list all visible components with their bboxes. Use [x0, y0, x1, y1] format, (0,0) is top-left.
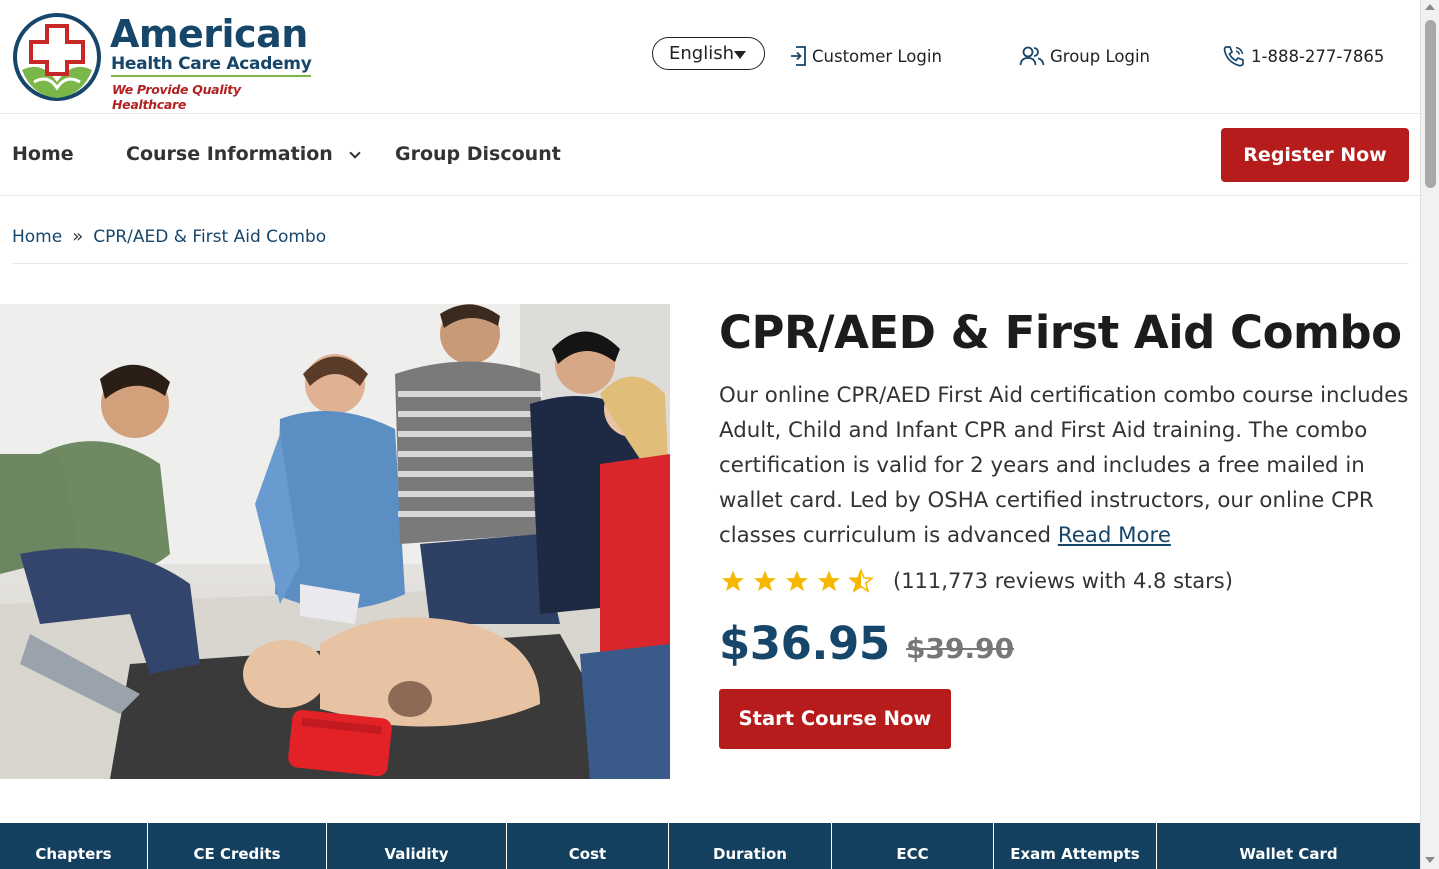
course-info-table-header: Chapters CE Credits Validity Cost Durati…: [0, 823, 1420, 869]
original-price: $39.90: [906, 632, 1015, 665]
register-now-button[interactable]: Register Now: [1221, 128, 1409, 182]
col-exam-attempts: Exam Attempts: [994, 823, 1157, 869]
phone-icon: [1223, 46, 1244, 67]
col-ecc: ECC: [832, 823, 994, 869]
chevron-down-icon: [349, 147, 362, 159]
breadcrumb-current[interactable]: CPR/AED & First Aid Combo: [93, 227, 326, 247]
star-icon: [754, 570, 776, 591]
scrollbar-thumb[interactable]: [1425, 20, 1436, 188]
product-description: Our online CPR/AED First Aid certificati…: [719, 378, 1419, 553]
scroll-down-arrow-icon[interactable]: [1425, 857, 1435, 863]
cpr-training-photo: [0, 304, 670, 779]
col-ce-credits: CE Credits: [148, 823, 327, 869]
group-login-label: Group Login: [1050, 46, 1150, 66]
rating: (111,773 reviews with 4.8 stars): [721, 569, 1233, 593]
nav-item-course-information[interactable]: Course Information: [126, 143, 362, 165]
current-price: $36.95: [719, 617, 890, 670]
read-more-link[interactable]: Read More: [1058, 523, 1171, 548]
nav-item-group-discount[interactable]: Group Discount: [395, 143, 561, 165]
col-duration: Duration: [669, 823, 832, 869]
breadcrumb-divider: [12, 263, 1409, 264]
reviews-summary: (111,773 reviews with 4.8 stars): [893, 569, 1233, 593]
nav-course-info-label: Course Information: [126, 143, 333, 165]
nav-group-discount-label: Group Discount: [395, 143, 561, 165]
customer-login-label: Customer Login: [812, 46, 942, 66]
nav-home-label: Home: [12, 143, 74, 165]
star-icon: [818, 570, 840, 591]
group-login-link[interactable]: Group Login: [1019, 45, 1150, 67]
star-half-icon: [849, 569, 873, 593]
scroll-up-arrow-icon[interactable]: [1425, 4, 1435, 10]
product-title: CPR/AED & First Aid Combo: [719, 306, 1402, 359]
course-hero-image: [0, 304, 670, 779]
brand-tagline: We Provide Quality Healthcare: [112, 82, 241, 112]
col-validity: Validity: [327, 823, 507, 869]
language-value: English: [669, 43, 734, 64]
language-select[interactable]: English: [652, 37, 765, 70]
breadcrumb-separator: »: [72, 226, 84, 247]
logo-cross-icon: [13, 13, 101, 101]
nav-item-home[interactable]: Home: [12, 143, 74, 165]
breadcrumb-home[interactable]: Home: [12, 227, 62, 247]
brand-name: American: [110, 12, 308, 56]
star-icon: [786, 570, 808, 591]
site-logo[interactable]: American Health Care Academy We Provide …: [12, 12, 312, 112]
customer-login-link[interactable]: Customer Login: [789, 45, 942, 67]
brand-subname: Health Care Academy: [111, 54, 312, 77]
breadcrumb: Home » CPR/AED & First Aid Combo: [12, 226, 326, 247]
col-chapters: Chapters: [0, 823, 148, 869]
main-nav: Home Course Information Group Discount R…: [0, 114, 1420, 196]
caret-down-icon: [734, 51, 746, 59]
users-icon: [1019, 46, 1045, 66]
rating-stars: [721, 569, 873, 593]
phone-number: 1-888-277-7865: [1251, 46, 1385, 66]
page-scrollbar[interactable]: [1420, 0, 1439, 869]
col-cost: Cost: [507, 823, 669, 869]
login-icon: [791, 46, 806, 66]
start-course-button[interactable]: Start Course Now: [719, 689, 951, 749]
col-wallet-card: Wallet Card: [1239, 845, 1338, 863]
phone-link[interactable]: 1-888-277-7865: [1222, 45, 1384, 67]
site-header: American Health Care Academy We Provide …: [0, 0, 1420, 114]
star-icon: [722, 570, 744, 591]
